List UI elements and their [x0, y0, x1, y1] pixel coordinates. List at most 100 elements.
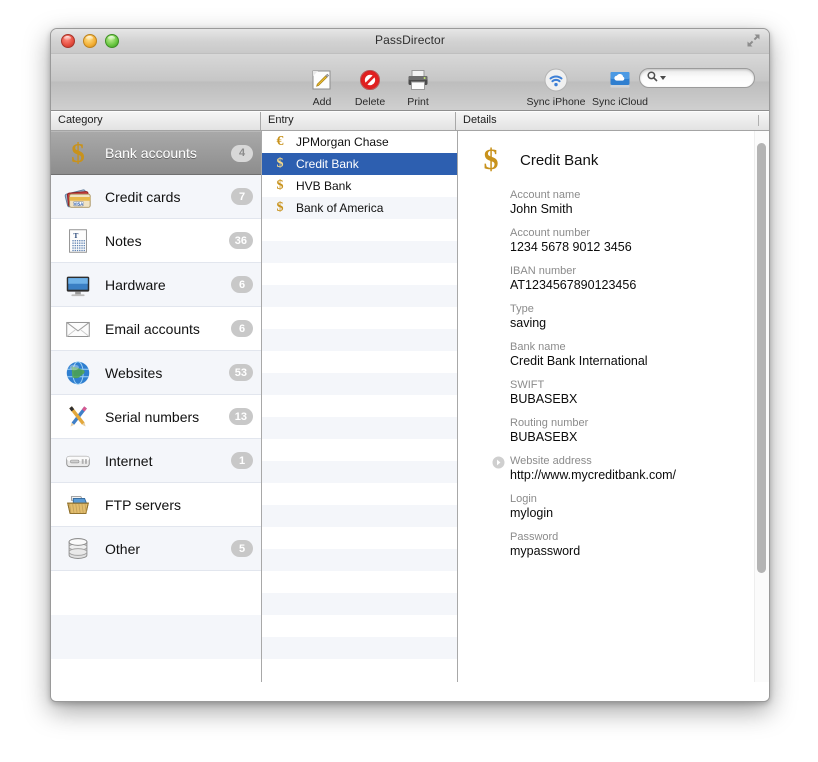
sidebar-item-badge: 4: [231, 144, 253, 162]
globe-icon: [61, 356, 95, 390]
sidebar-item-internet[interactable]: Internet 1: [51, 439, 261, 483]
sync-icloud-label: Sync iCloud: [591, 96, 649, 108]
entry-list-item[interactable]: € JPMorgan Chase: [262, 131, 457, 153]
sidebar-item-label: Credit cards: [105, 188, 181, 205]
detail-field: Type saving: [458, 303, 769, 330]
delete-button[interactable]: Delete: [346, 65, 394, 108]
entry-name: Bank of America: [296, 201, 384, 215]
detail-field-label: Bank name: [510, 341, 566, 353]
category-column-header[interactable]: Category: [51, 112, 261, 130]
detail-field-label: Account number: [510, 227, 591, 239]
entry-empty-row: [262, 593, 457, 615]
entry-list-item[interactable]: $ Credit Bank: [262, 153, 457, 175]
entry-empty-row: [262, 461, 457, 483]
entry-empty-row: [262, 395, 457, 417]
detail-field: Password mypassword: [458, 531, 769, 558]
open-link-arrow-icon[interactable]: [492, 456, 505, 469]
entry-empty-row: [262, 285, 457, 307]
entry-column-header[interactable]: Entry: [261, 112, 456, 130]
entry-name: JPMorgan Chase: [296, 135, 389, 149]
sidebar-item-badge: 6: [231, 320, 253, 337]
entry-name: Credit Bank: [296, 157, 359, 171]
entry-list: € JPMorgan Chase $ Credit Bank $ HVB Bank $ Ban…: [262, 131, 458, 682]
detail-field-value[interactable]: mypassword: [510, 544, 769, 558]
dollar-sign-icon: $: [276, 200, 284, 215]
entry-empty-row: [262, 241, 457, 263]
entry-empty-row: [262, 659, 457, 681]
entry-list-item[interactable]: $ Bank of America: [262, 197, 457, 219]
add-button-label: Add: [312, 96, 332, 108]
app-window: PassDirector Add Delete Print Sync iPhon…: [50, 28, 770, 702]
toolbar-group-sync: Sync iPhone Sync iCloud: [524, 65, 652, 108]
toolbar-group-edit: Add Delete Print: [298, 65, 442, 108]
entry-empty-row: [262, 307, 457, 329]
sidebar-item-credit-cards[interactable]: VISA Credit cards 7: [51, 175, 261, 219]
detail-field-value[interactable]: http://www.mycreditbank.com/: [510, 468, 769, 482]
main-content: Category Entry Details $ Bank accounts 4 VI…: [51, 111, 769, 701]
detail-field-value[interactable]: Credit Bank International: [510, 354, 769, 368]
fullscreen-arrows-icon[interactable]: [746, 33, 761, 48]
sidebar-item-hardware[interactable]: Hardware 6: [51, 263, 261, 307]
details-column-header[interactable]: Details: [456, 112, 769, 130]
search-scope-chevron-down-icon[interactable]: [660, 76, 666, 80]
detail-field-label: Password: [510, 531, 559, 543]
entry-empty-row: [262, 571, 457, 593]
detail-field-label: Type: [510, 303, 534, 315]
detail-field-value[interactable]: BUBASEBX: [510, 392, 769, 406]
sidebar-item-label: Websites: [105, 364, 163, 381]
detail-field: Website address http://www.mycreditbank.c…: [458, 455, 769, 482]
detail-field-value[interactable]: AT1234567890123456: [510, 278, 769, 292]
print-button-label: Print: [407, 96, 429, 108]
database-cylinder-icon: [61, 532, 95, 566]
panes: $ Bank accounts 4 VISA Credit cards 7 T Notes 36…: [51, 131, 769, 682]
category-empty-row: [51, 659, 261, 682]
delete-button-label: Delete: [354, 96, 386, 108]
modem-router-icon: [61, 444, 95, 478]
main-toolbar: Add Delete Print Sync iPhone Sync iCloud: [51, 54, 769, 111]
sidebar-item-serial-numbers[interactable]: Serial numbers 13: [51, 395, 261, 439]
entry-empty-row: [262, 637, 457, 659]
entry-empty-row: [262, 615, 457, 637]
sidebar-item-badge: 36: [228, 232, 253, 249]
detail-field-label: IBAN number: [510, 265, 577, 277]
search-input[interactable]: [669, 71, 753, 85]
sidebar-item-label: Email accounts: [105, 320, 200, 337]
detail-field-value[interactable]: mylogin: [510, 506, 769, 520]
search-field[interactable]: [639, 68, 755, 88]
details-content: $ Credit Bank Account name John Smith Acco…: [458, 131, 769, 558]
sidebar-item-email-accounts[interactable]: Email accounts 6: [51, 307, 261, 351]
sidebar-item-notes[interactable]: T Notes 36: [51, 219, 261, 263]
detail-field: Account name John Smith: [458, 189, 769, 216]
header-divider: [758, 115, 759, 126]
sidebar-item-label: FTP servers: [105, 496, 181, 513]
dollar-sign-icon: $: [276, 156, 284, 171]
pencil-note-icon: [298, 65, 346, 95]
sidebar-item-badge: 6: [231, 276, 253, 293]
entry-empty-row: [262, 417, 457, 439]
sync-iphone-label: Sync iPhone: [526, 96, 586, 108]
detail-field: Bank name Credit Bank International: [458, 341, 769, 368]
sidebar-item-other[interactable]: Other 5: [51, 527, 261, 571]
sidebar-item-badge: 7: [231, 188, 253, 205]
sidebar-item-bank-accounts[interactable]: $ Bank accounts 4: [51, 131, 261, 175]
detail-field-label: Account name: [510, 189, 581, 201]
detail-field-value[interactable]: 1234 5678 9012 3456: [510, 240, 769, 254]
dollar-sign-icon: $: [71, 137, 85, 168]
detail-field-value[interactable]: John Smith: [510, 202, 769, 216]
entry-name: HVB Bank: [296, 179, 352, 193]
entry-list-item[interactable]: $ HVB Bank: [262, 175, 457, 197]
sync-iphone-button[interactable]: Sync iPhone: [524, 65, 588, 108]
detail-field-label: Routing number: [510, 417, 589, 429]
detail-field-label: Login: [510, 493, 537, 505]
sidebar-item-badge: 5: [231, 540, 253, 557]
details-header: $ Credit Bank: [458, 143, 769, 177]
entry-empty-row: [262, 483, 457, 505]
detail-field-value[interactable]: BUBASEBX: [510, 430, 769, 444]
detail-field-value[interactable]: saving: [510, 316, 769, 330]
sidebar-item-label: Serial numbers: [105, 408, 200, 425]
search-magnifier-icon: [647, 69, 658, 87]
sidebar-item-websites[interactable]: Websites 53: [51, 351, 261, 395]
print-button[interactable]: Print: [394, 65, 442, 108]
sidebar-item-ftp-servers[interactable]: FTP servers: [51, 483, 261, 527]
add-button[interactable]: Add: [298, 65, 346, 108]
